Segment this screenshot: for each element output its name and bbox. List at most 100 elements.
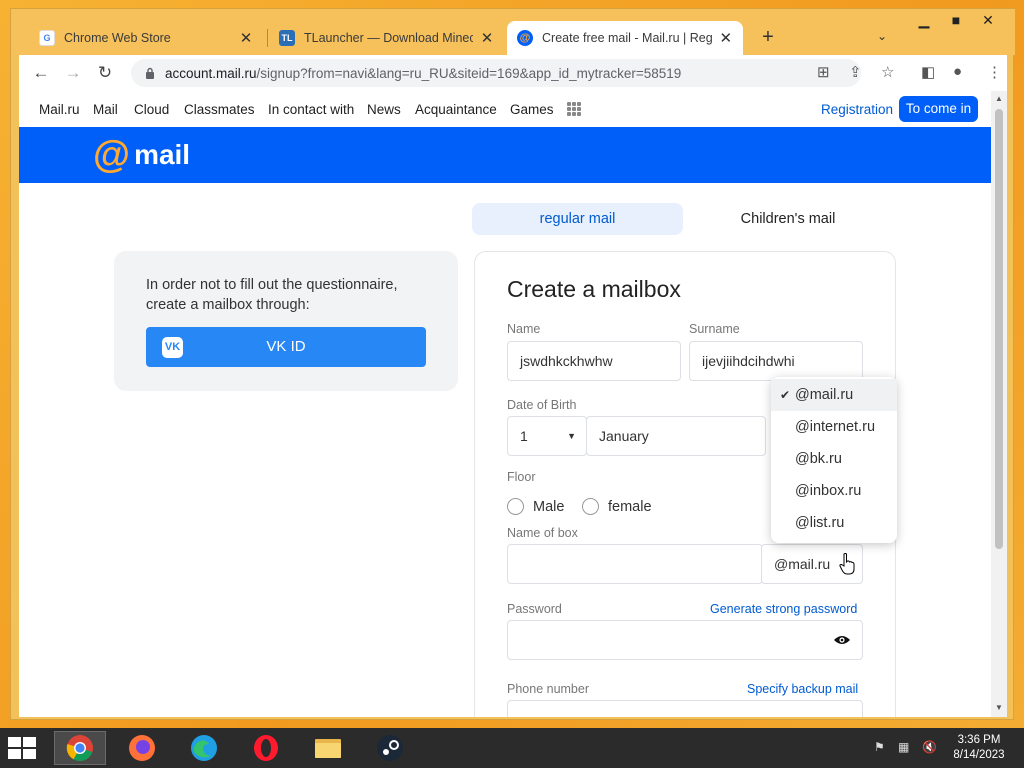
dob-day-select[interactable]: 1 ▼ <box>507 416 587 456</box>
tab-mailru[interactable]: @ Create free mail - Mail.ru | Registrat… <box>507 21 743 55</box>
address-bar[interactable]: account.mail.ru/signup?from=navi&lang=ru… <box>131 59 861 87</box>
close-icon[interactable]: ✕ <box>719 29 733 47</box>
clock-date: 8/14/2023 <box>953 749 1005 761</box>
portal-link-mail[interactable]: Mail <box>93 102 118 117</box>
mail-logo[interactable]: @ mail <box>93 136 190 174</box>
tab-title: TLauncher — Download Minecraft <box>304 31 473 45</box>
close-icon[interactable]: ✕ <box>237 29 255 47</box>
forward-icon[interactable]: → <box>63 63 83 83</box>
radio-female-label: female <box>608 498 652 515</box>
portal-nav: Mail.ru Mail Cloud Classmates In contact… <box>19 91 991 127</box>
close-icon[interactable]: ✕ <box>479 29 495 47</box>
phone-field[interactable] <box>507 700 863 717</box>
radio-male[interactable]: Male <box>507 498 564 515</box>
apps-grid-icon[interactable] <box>567 102 581 116</box>
domain-option-label: @bk.ru <box>795 451 842 467</box>
scroll-thumb[interactable] <box>995 109 1003 549</box>
tab-separator <box>267 29 268 47</box>
radio-male-label: Male <box>533 498 565 515</box>
back-icon[interactable]: ← <box>31 63 51 83</box>
chrome-icon[interactable] <box>54 731 106 765</box>
portal-link-games[interactable]: Games <box>510 102 554 117</box>
taskbar-clock[interactable]: 3:36 PM 8/14/2023 <box>946 733 1012 763</box>
domain-option[interactable]: @inbox.ru <box>771 475 897 507</box>
side-panel-icon[interactable]: ◧ <box>921 63 935 81</box>
vk-card-text: In order not to fill out the questionnai… <box>146 277 398 313</box>
windows-start-icon[interactable] <box>8 737 38 759</box>
generate-password-link[interactable]: Generate strong password <box>710 602 857 616</box>
tab-title: Create free mail - Mail.ru | Registratio… <box>542 31 713 45</box>
portal-link-acquaintance[interactable]: Acquaintance <box>415 102 497 117</box>
clock-time: 3:36 PM <box>957 734 1001 746</box>
radio-circle <box>507 498 524 515</box>
name-label: Name <box>507 322 541 336</box>
tab-childrens-mail[interactable]: Children's mail <box>686 203 890 235</box>
domain-dropdown: ✔ @mail.ru @internet.ru @bk.ru @inbox.ru… <box>771 377 897 543</box>
network-icon[interactable]: ▦ <box>898 740 909 754</box>
portal-link-in-contact[interactable]: In contact with <box>268 102 354 117</box>
minimize-icon[interactable]: ▁ <box>907 12 941 32</box>
volume-muted-icon[interactable]: 🔇 <box>922 740 937 754</box>
phone-label: Phone number <box>507 682 590 696</box>
domain-option[interactable]: ✔ @mail.ru <box>771 379 897 411</box>
logo-word: mail <box>134 139 191 170</box>
domain-option[interactable]: @bk.ru <box>771 443 897 475</box>
registration-link[interactable]: Registration <box>821 102 893 117</box>
window-close-icon[interactable]: ✕ <box>971 12 1005 32</box>
flag-icon[interactable]: ⚑ <box>874 740 885 754</box>
tab-chrome-web-store[interactable]: G Chrome Web Store ✕ <box>29 21 265 55</box>
scroll-up-icon[interactable]: ▲ <box>995 94 1003 103</box>
radio-female[interactable]: female <box>582 498 652 515</box>
logo-at-symbol: @ <box>93 134 131 176</box>
new-tab-icon[interactable]: + <box>757 26 779 49</box>
radio-circle <box>582 498 599 515</box>
translate-icon[interactable]: ⊞ <box>817 63 830 81</box>
bookmark-star-icon[interactable]: ☆ <box>881 63 894 81</box>
surname-field[interactable]: ijevjiihdcihdwhi <box>689 341 863 381</box>
name-field[interactable]: jswdhkckhwhw <box>507 341 681 381</box>
steam-icon[interactable] <box>364 731 416 765</box>
portal-link-news[interactable]: News <box>367 102 401 117</box>
dob-month-select[interactable]: January <box>586 416 766 456</box>
firefox-logo-icon <box>129 735 155 761</box>
tab-tlauncher[interactable]: TL TLauncher — Download Minecraft ✕ <box>269 21 505 55</box>
domain-option-label: @list.ru <box>795 515 845 531</box>
dob-month-value: January <box>599 428 649 444</box>
maximize-icon[interactable]: ■ <box>939 12 973 32</box>
vk-signup-card: In order not to fill out the questionnai… <box>114 251 458 391</box>
profile-icon[interactable]: ● <box>953 63 962 80</box>
url-text: account.mail.ru/signup?from=navi&lang=ru… <box>165 66 681 81</box>
box-name-input[interactable] <box>507 544 763 584</box>
backup-mail-link[interactable]: Specify backup mail <box>747 682 858 696</box>
file-explorer-icon[interactable] <box>302 731 354 765</box>
menu-icon[interactable]: ⋮ <box>987 63 1002 81</box>
box-name-label: Name of box <box>507 526 578 540</box>
vk-id-button[interactable]: VK VK ID <box>146 327 426 367</box>
login-button[interactable]: To come in <box>899 96 978 122</box>
url-path: /signup?from=navi&lang=ru_RU&siteid=169&… <box>256 65 682 81</box>
browser-toolbar: ← → ↻ account.mail.ru/signup?from=navi&l… <box>19 55 1007 91</box>
form-title: Create a mailbox <box>507 276 681 302</box>
portal-link-classmates[interactable]: Classmates <box>184 102 255 117</box>
tab-regular-mail[interactable]: regular mail <box>472 203 683 235</box>
tlauncher-icon: TL <box>279 30 295 46</box>
scroll-down-icon[interactable]: ▼ <box>995 703 1003 712</box>
folder-icon <box>315 739 341 758</box>
eye-icon[interactable] <box>833 634 851 646</box>
edge-icon[interactable] <box>178 731 230 765</box>
portal-link-mailru[interactable]: Mail.ru <box>39 102 80 117</box>
firefox-icon[interactable] <box>116 731 168 765</box>
password-field[interactable] <box>507 620 863 660</box>
page-scrollbar[interactable]: ▲ ▼ <box>991 91 1007 717</box>
opera-icon[interactable] <box>240 731 292 765</box>
domain-option-label: @internet.ru <box>795 419 876 435</box>
check-icon: ✔ <box>780 388 791 402</box>
reload-icon[interactable]: ↻ <box>95 63 115 83</box>
mailru-banner: @ mail <box>19 127 991 183</box>
domain-option[interactable]: @list.ru <box>771 507 897 539</box>
share-icon[interactable]: ⇪ <box>849 63 862 81</box>
portal-link-cloud[interactable]: Cloud <box>134 102 169 117</box>
tab-search-chevron-icon[interactable]: ⌄ <box>877 29 887 43</box>
tab-title: Chrome Web Store <box>64 31 171 45</box>
domain-option[interactable]: @internet.ru <box>771 411 897 443</box>
